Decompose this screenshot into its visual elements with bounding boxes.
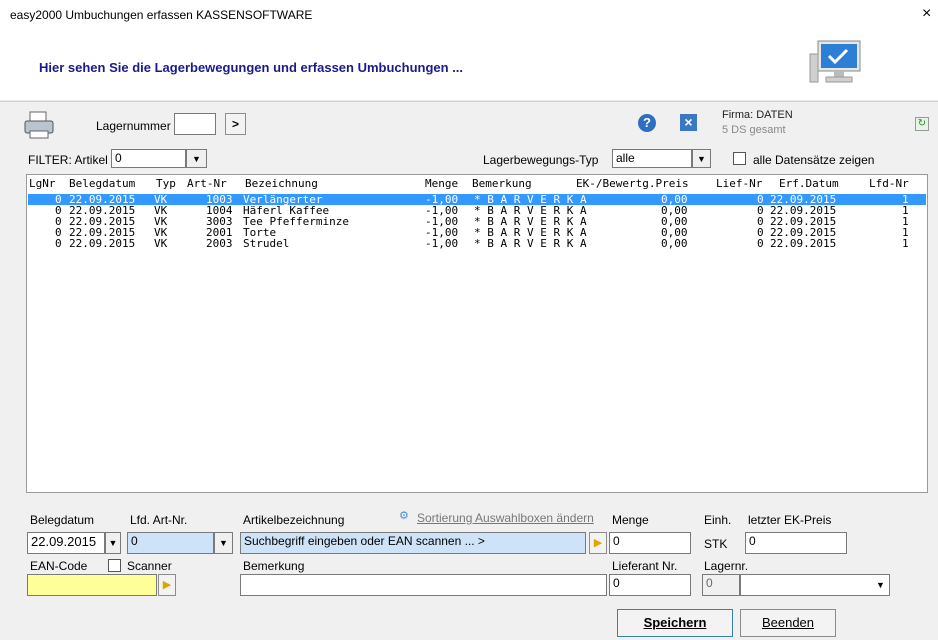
column-header: LgNr: [29, 177, 56, 190]
menge-label: Menge: [612, 513, 649, 527]
column-header: Lfd-Nr: [869, 177, 909, 190]
firma-label: Firma: DATEN: [722, 109, 793, 121]
lieferant-label: Lieferant Nr.: [612, 559, 678, 573]
cell-menge: -1,00: [425, 237, 459, 250]
einheit-label: Einh.: [704, 513, 732, 527]
cell-liefnr: 0: [757, 237, 764, 250]
sort-icon: ⚙: [399, 510, 409, 522]
typ-select[interactable]: alle: [612, 149, 692, 168]
lfd-artnr-select[interactable]: 0: [127, 532, 214, 554]
column-header: Lief-Nr: [716, 177, 763, 190]
table-row[interactable]: 0 22.09.2015 VK 2003 Strudel -1,00 * B A…: [28, 238, 926, 249]
play-icon[interactable]: ▶: [158, 574, 176, 596]
column-header: Belegdatum: [69, 177, 136, 190]
cell-lgnr: 0: [55, 237, 62, 250]
chevron-down-icon[interactable]: ▼: [872, 576, 889, 594]
chevron-down-icon[interactable]: ▼: [692, 149, 711, 168]
typ-label: Lagerbewegungs-Typ: [483, 153, 599, 167]
record-count: 5 DS gesamt: [722, 124, 786, 136]
column-header: Menge: [425, 177, 459, 190]
page-subtitle: Hier sehen Sie die Lagerbewegungen und e…: [39, 60, 464, 75]
exit-button[interactable]: Beenden: [740, 609, 836, 637]
window-title: easy2000 Umbuchungen erfassen KASSENSOFT…: [10, 8, 313, 22]
lagernr-field: 0: [702, 574, 740, 596]
scanner-checkbox[interactable]: [108, 559, 121, 572]
belegdatum-field[interactable]: 22.09.2015: [27, 532, 105, 554]
cell-erfdatum: 22.09.2015: [770, 237, 837, 250]
lagernr-label: Lagernr.: [704, 559, 749, 573]
chevron-down-icon[interactable]: ▼: [105, 532, 121, 554]
ean-input[interactable]: [27, 574, 157, 596]
play-icon[interactable]: ▶: [589, 532, 607, 554]
ek-preis-label: letzter EK-Preis: [748, 513, 832, 527]
refresh-icon[interactable]: ↻: [915, 117, 929, 131]
column-header: Erf.Datum: [779, 177, 839, 190]
einheit-value: STK: [704, 537, 728, 551]
cell-typ: VK: [154, 237, 168, 250]
lagernummer-go-button[interactable]: >: [225, 113, 246, 135]
cell-belegdatum: 22.09.2015: [69, 237, 136, 250]
movements-table[interactable]: LgNr Belegdatum Typ Art-Nr Bezeichnung M…: [26, 174, 928, 493]
column-header: Art-Nr: [187, 177, 227, 190]
artikelbezeichnung-label: Artikelbezeichnung: [243, 513, 345, 527]
sort-link[interactable]: Sortierung Auswahlboxen ändern: [417, 511, 594, 525]
help-icon[interactable]: ?: [638, 114, 656, 132]
cell-lfdnr: 1: [902, 237, 909, 250]
lagernummer-label: Lagernummer: [96, 119, 171, 133]
article-search-input[interactable]: Suchbegriff eingeben oder EAN scannen ..…: [240, 532, 586, 554]
printer-icon[interactable]: [22, 110, 56, 140]
lieferant-field[interactable]: 0: [609, 574, 691, 596]
chevron-down-icon[interactable]: ▼: [214, 532, 233, 554]
close-icon[interactable]: ×: [922, 6, 931, 22]
menge-field[interactable]: 0: [609, 532, 691, 554]
belegdatum-label: Belegdatum: [30, 513, 95, 527]
bemerkung-label: Bemerkung: [243, 559, 305, 573]
scanner-label: Scanner: [127, 559, 172, 573]
filter-artikel-label: FILTER: Artikel: [28, 153, 108, 167]
column-header: Bezeichnung: [245, 177, 318, 190]
column-header: Typ: [156, 177, 176, 190]
chevron-down-icon[interactable]: ▼: [186, 149, 207, 168]
cell-bezeichnung: Strudel: [243, 237, 290, 250]
monitor-check-icon: [809, 40, 861, 83]
save-button[interactable]: Speichern: [617, 609, 733, 637]
column-header: Bemerkung: [472, 177, 532, 190]
cell-bemerkung: * B A R V E R K A: [474, 237, 587, 250]
filter-artikel-select[interactable]: 0: [111, 149, 186, 168]
all-records-label: alle Datensätze zeigen: [753, 153, 875, 167]
ek-preis-field[interactable]: 0: [745, 532, 847, 554]
cell-preis: 0,00: [661, 237, 688, 250]
cancel-icon[interactable]: ×: [680, 114, 697, 131]
lagernummer-input[interactable]: [174, 113, 216, 135]
lfd-artnr-label: Lfd. Art-Nr.: [130, 513, 188, 527]
table-header: LgNr Belegdatum Typ Art-Nr Bezeichnung M…: [29, 177, 909, 191]
bemerkung-field[interactable]: [240, 574, 607, 596]
lager-select[interactable]: [740, 574, 890, 596]
cell-artnr: 2003: [206, 237, 233, 250]
all-records-checkbox[interactable]: [733, 152, 746, 165]
ean-label: EAN-Code: [30, 559, 88, 573]
column-header: EK-/Bewertg.Preis: [576, 177, 689, 190]
